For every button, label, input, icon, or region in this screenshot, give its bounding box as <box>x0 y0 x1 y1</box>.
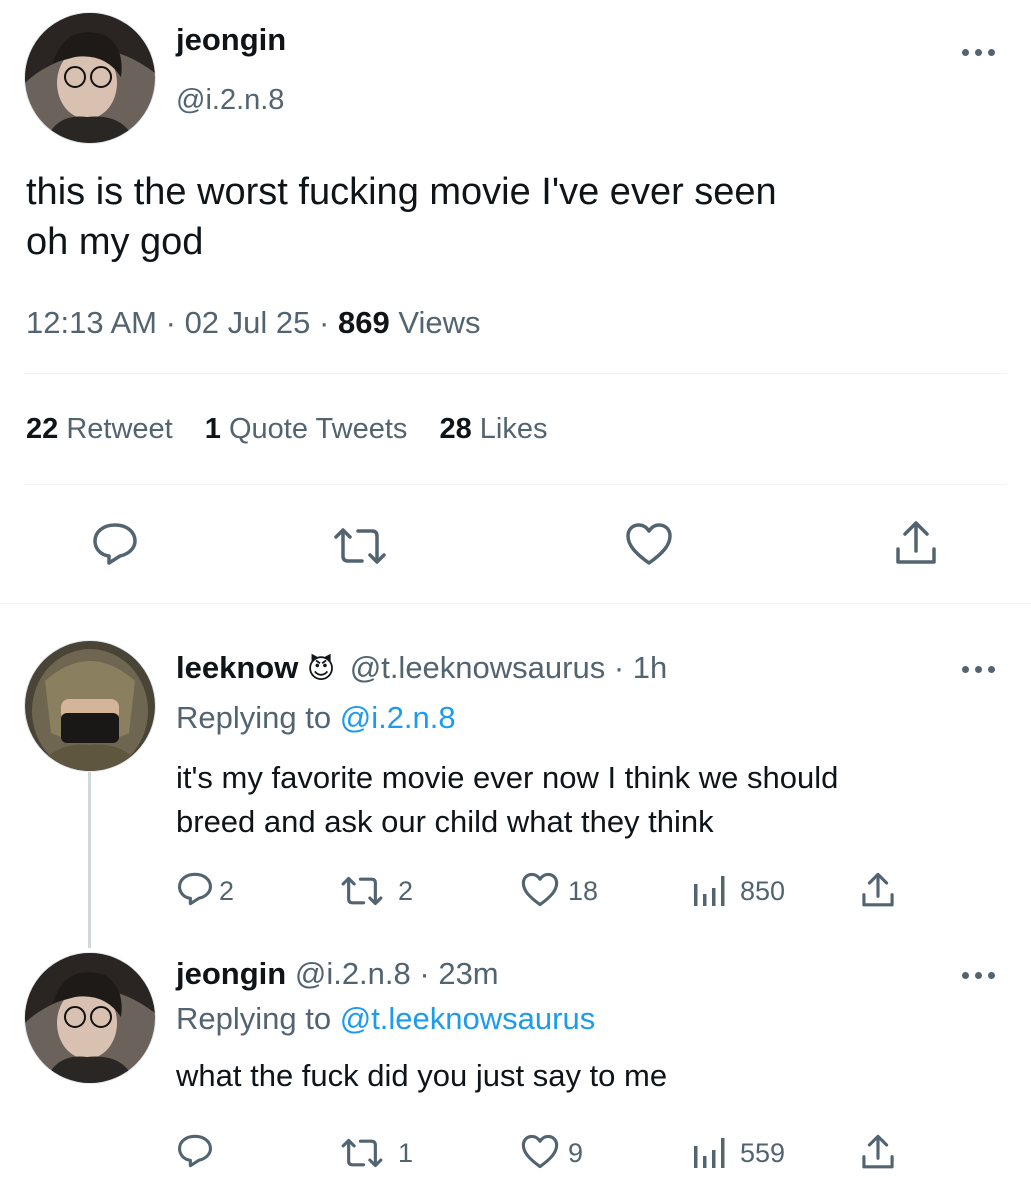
reply-age[interactable]: · 23m <box>419 956 498 991</box>
retweets-label: Retweet <box>66 413 173 445</box>
reply-text-line-2: breed and ask our child what they think <box>176 804 714 839</box>
reply-text: what the fuck did you just say to me <box>176 1058 668 1093</box>
devil-emoji-icon: 😈 <box>306 654 336 684</box>
avatar[interactable] <box>24 640 156 772</box>
reply-text: it's my favorite movie ever now I think … <box>176 756 838 844</box>
avatar[interactable] <box>24 12 156 144</box>
author-name[interactable]: jeongin <box>176 22 286 58</box>
reply-icon[interactable] <box>177 872 213 906</box>
tweet-text-line-1: this is the worst fucking movie I've eve… <box>26 171 777 213</box>
views-icon[interactable] <box>691 874 731 906</box>
retweet-count: 1 <box>398 1138 414 1168</box>
retweet-icon[interactable] <box>340 1137 384 1169</box>
author-name[interactable]: leeknow <box>176 650 298 685</box>
replying-to-label: Replying to <box>176 1001 332 1036</box>
tweet-time[interactable]: 12:13 AM <box>26 305 157 340</box>
quotes-stat[interactable]: 1 Quote Tweets <box>205 413 416 445</box>
tweet-text: this is the worst fucking movie I've eve… <box>26 167 1016 267</box>
reply-icon[interactable] <box>177 1134 213 1168</box>
thread-line <box>88 772 91 948</box>
share-icon[interactable] <box>860 1134 896 1170</box>
views-count: 850 <box>740 876 786 906</box>
replying-to-handle[interactable]: @t.leeknowsaurus <box>340 1001 595 1036</box>
reply-count: 2 <box>219 876 235 906</box>
likes-count: 28 <box>439 413 472 445</box>
reply-header: leeknow 😈 @t.leeknowsaurus · 1h <box>176 650 667 686</box>
replying-to-label: Replying to <box>176 700 332 735</box>
divider <box>24 373 1006 374</box>
replying-to: Replying to @i.2.n.8 <box>176 700 456 736</box>
retweet-count: 2 <box>398 876 414 906</box>
reply-age[interactable]: · 1h <box>614 650 667 685</box>
reply-header: jeongin @i.2.n.8 · 23m <box>176 956 499 992</box>
author-name[interactable]: jeongin <box>176 956 286 991</box>
like-count: 18 <box>568 876 599 906</box>
meta-separator: · <box>165 305 176 340</box>
retweet-icon[interactable] <box>332 526 388 566</box>
heart-icon[interactable] <box>521 1134 559 1169</box>
retweets-count: 22 <box>26 413 59 445</box>
quotes-count: 1 <box>204 413 221 445</box>
views-count: 869 <box>337 305 390 340</box>
heart-icon[interactable] <box>521 872 559 907</box>
likes-stat[interactable]: 28 Likes <box>439 413 547 445</box>
more-icon[interactable] <box>962 47 996 57</box>
more-icon[interactable] <box>962 664 996 674</box>
heart-icon[interactable] <box>625 522 673 566</box>
author-handle[interactable]: @i.2.n.8 <box>295 956 411 991</box>
likes-label: Likes <box>479 413 548 445</box>
share-icon[interactable] <box>893 520 939 566</box>
replying-to-handle[interactable]: @i.2.n.8 <box>340 700 456 735</box>
views-count: 559 <box>740 1138 786 1168</box>
engagement-stats: 22 Retweet 1 Quote Tweets 28 Likes <box>26 413 547 446</box>
reply-icon[interactable] <box>92 522 138 566</box>
views-icon[interactable] <box>691 1136 731 1168</box>
author-handle[interactable]: @i.2.n.8 <box>176 84 284 117</box>
replying-to: Replying to @t.leeknowsaurus <box>176 1001 595 1037</box>
reply-text-line-1: it's my favorite movie ever now I think … <box>176 760 839 795</box>
retweets-stat[interactable]: 22 Retweet <box>26 413 181 445</box>
more-icon[interactable] <box>962 970 996 980</box>
like-count: 9 <box>568 1138 584 1168</box>
avatar[interactable] <box>24 952 156 1084</box>
meta-separator: · <box>319 305 330 340</box>
retweet-icon[interactable] <box>340 875 384 907</box>
author-handle[interactable]: @t.leeknowsaurus <box>350 650 605 685</box>
divider <box>0 603 1031 604</box>
tweet-date[interactable]: 02 Jul 25 <box>185 305 311 340</box>
quotes-label: Quote Tweets <box>228 413 408 445</box>
divider <box>24 484 1006 485</box>
views-label: Views <box>398 305 481 340</box>
tweet-text-line-2: oh my god <box>26 221 204 263</box>
share-icon[interactable] <box>860 872 896 908</box>
tweet-meta: 12:13 AM · 02 Jul 25 · 869 Views <box>26 305 480 341</box>
